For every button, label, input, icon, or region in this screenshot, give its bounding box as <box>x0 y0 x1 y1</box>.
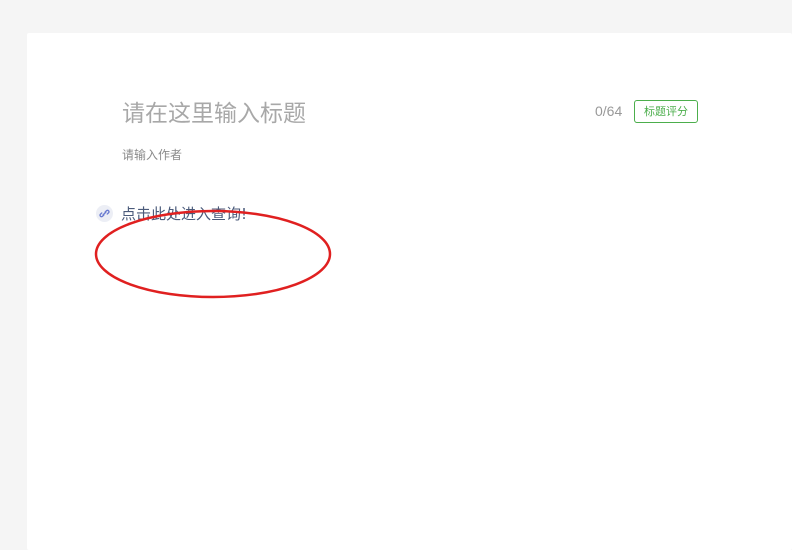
title-input[interactable] <box>122 97 522 131</box>
query-link[interactable]: 点击此处进入查询! <box>96 202 247 224</box>
query-link-text: 点击此处进入查询! <box>121 204 248 223</box>
author-input[interactable] <box>122 145 362 165</box>
editor-card: 0/64 标题评分 <box>27 33 792 550</box>
title-char-counter: 0/64 <box>595 103 623 119</box>
link-icon <box>96 204 113 222</box>
link-icon-glyph <box>99 209 110 217</box>
title-score-button[interactable]: 标题评分 <box>634 100 698 123</box>
